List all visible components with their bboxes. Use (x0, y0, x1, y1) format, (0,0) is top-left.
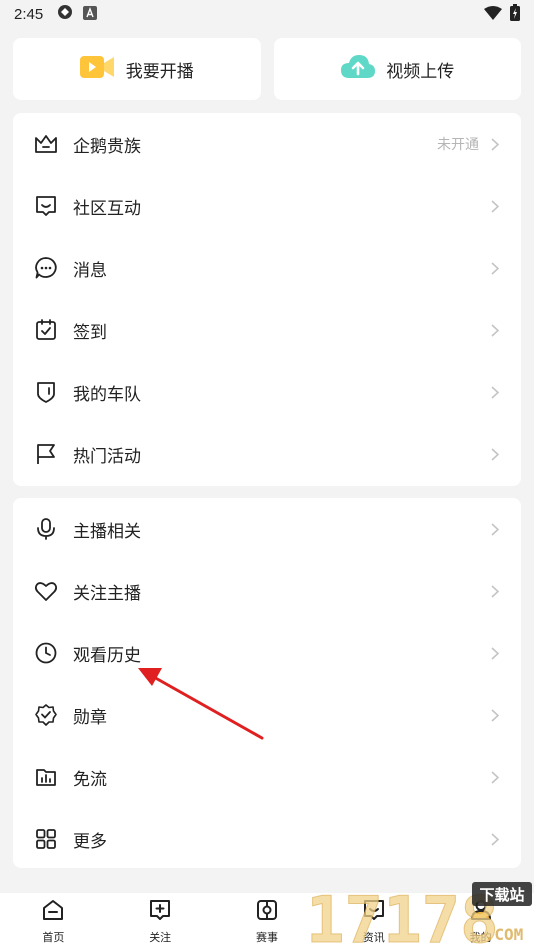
nav-matches[interactable]: 赛事 (214, 893, 321, 950)
menu-item-badges[interactable]: 勋章 (13, 684, 521, 746)
menu-item-my-team[interactable]: 我的车队 (13, 361, 521, 423)
nav-label: 我的 (469, 931, 492, 944)
upload-video-label: 视频上传 (386, 61, 455, 82)
nav-profile[interactable]: 我的 (427, 893, 534, 950)
menu-item-label: 签到 (73, 322, 107, 343)
menu-item-label: 观看历史 (73, 645, 141, 666)
wifi-icon (484, 5, 502, 24)
app-notification-icon (57, 4, 73, 24)
microphone-icon (33, 516, 59, 542)
nav-label: 关注 (149, 931, 172, 944)
menu-item-label: 社区互动 (73, 198, 141, 219)
menu-item-community[interactable]: 社区互动 (13, 175, 521, 237)
menu-item-label: 关注主播 (73, 583, 141, 604)
match-icon (255, 898, 279, 926)
menu-item-hot-events[interactable]: 热门活动 (13, 423, 521, 485)
home-icon (41, 898, 65, 926)
go-live-button[interactable]: 我要开播 (13, 38, 261, 100)
battery-icon (510, 3, 520, 25)
menu-item-more[interactable]: 更多 (13, 808, 521, 870)
quick-actions: 我要开播 视频上传 (13, 38, 521, 100)
menu-item-penguin-nobility[interactable]: 企鹅贵族 未开通 (13, 113, 521, 175)
menu-item-followed-streamers[interactable]: 关注主播 (13, 560, 521, 622)
news-icon (362, 898, 386, 926)
menu-item-label: 免流 (73, 769, 107, 790)
menu-item-messages[interactable]: 消息 (13, 237, 521, 299)
shield-icon (33, 379, 59, 405)
status-bar: 2:45 (0, 0, 534, 28)
nav-label: 资讯 (362, 931, 385, 944)
chevron-right-icon (489, 522, 501, 536)
chevron-right-icon (489, 584, 501, 598)
go-live-label: 我要开播 (125, 61, 194, 82)
nav-home[interactable]: 首页 (0, 893, 107, 950)
calendar-check-icon (33, 317, 59, 343)
chevron-right-icon (489, 385, 501, 399)
menu-group-streaming: 主播相关 关注主播 观看历史 勋章 免流 更多 (13, 498, 521, 868)
status-time: 2:45 (14, 5, 44, 23)
chevron-right-icon (489, 708, 501, 722)
nav-follow[interactable]: 关注 (107, 893, 214, 950)
chevron-right-icon (489, 832, 501, 846)
grid-icon (33, 826, 59, 852)
chevron-right-icon (489, 447, 501, 461)
follow-icon (148, 898, 172, 926)
chevron-right-icon (489, 137, 501, 151)
menu-item-label: 消息 (73, 260, 107, 281)
chevron-right-icon (489, 323, 501, 337)
menu-item-free-data[interactable]: 免流 (13, 746, 521, 808)
bottom-navigation: 首页 关注 赛事 资讯 我的 (0, 893, 534, 950)
crown-icon (33, 131, 59, 157)
heart-icon (33, 578, 59, 604)
nav-label: 首页 (42, 931, 65, 944)
flag-icon (33, 441, 59, 467)
cloud-upload-icon (340, 53, 376, 85)
menu-item-label: 企鹅贵族 (73, 136, 141, 157)
message-bubble-icon (33, 255, 59, 281)
upload-video-button[interactable]: 视频上传 (273, 38, 521, 100)
chevron-right-icon (489, 770, 501, 784)
profile-icon (469, 898, 493, 926)
menu-item-label: 我的车队 (73, 384, 141, 405)
chat-square-icon (33, 193, 59, 219)
menu-item-checkin[interactable]: 签到 (13, 299, 521, 361)
menu-group-account: 企鹅贵族 未开通 社区互动 消息 签到 我的车队 热门活动 (13, 113, 521, 486)
chevron-right-icon (489, 261, 501, 275)
badge-icon (33, 702, 59, 728)
menu-item-watch-history[interactable]: 观看历史 (13, 622, 521, 684)
data-chart-icon (33, 764, 59, 790)
clock-icon (33, 640, 59, 666)
menu-item-label: 主播相关 (73, 521, 141, 542)
video-camera-icon (79, 53, 116, 85)
chevron-right-icon (489, 646, 501, 660)
menu-item-label: 勋章 (73, 707, 107, 728)
menu-item-label: 热门活动 (73, 446, 141, 467)
menu-item-label: 更多 (73, 831, 107, 852)
chevron-right-icon (489, 199, 501, 213)
menu-item-streamer-related[interactable]: 主播相关 (13, 498, 521, 560)
a-notification-icon (83, 5, 98, 24)
nav-news[interactable]: 资讯 (320, 893, 427, 950)
membership-status-text: 未开通 (437, 137, 479, 153)
nav-label: 赛事 (255, 931, 278, 944)
